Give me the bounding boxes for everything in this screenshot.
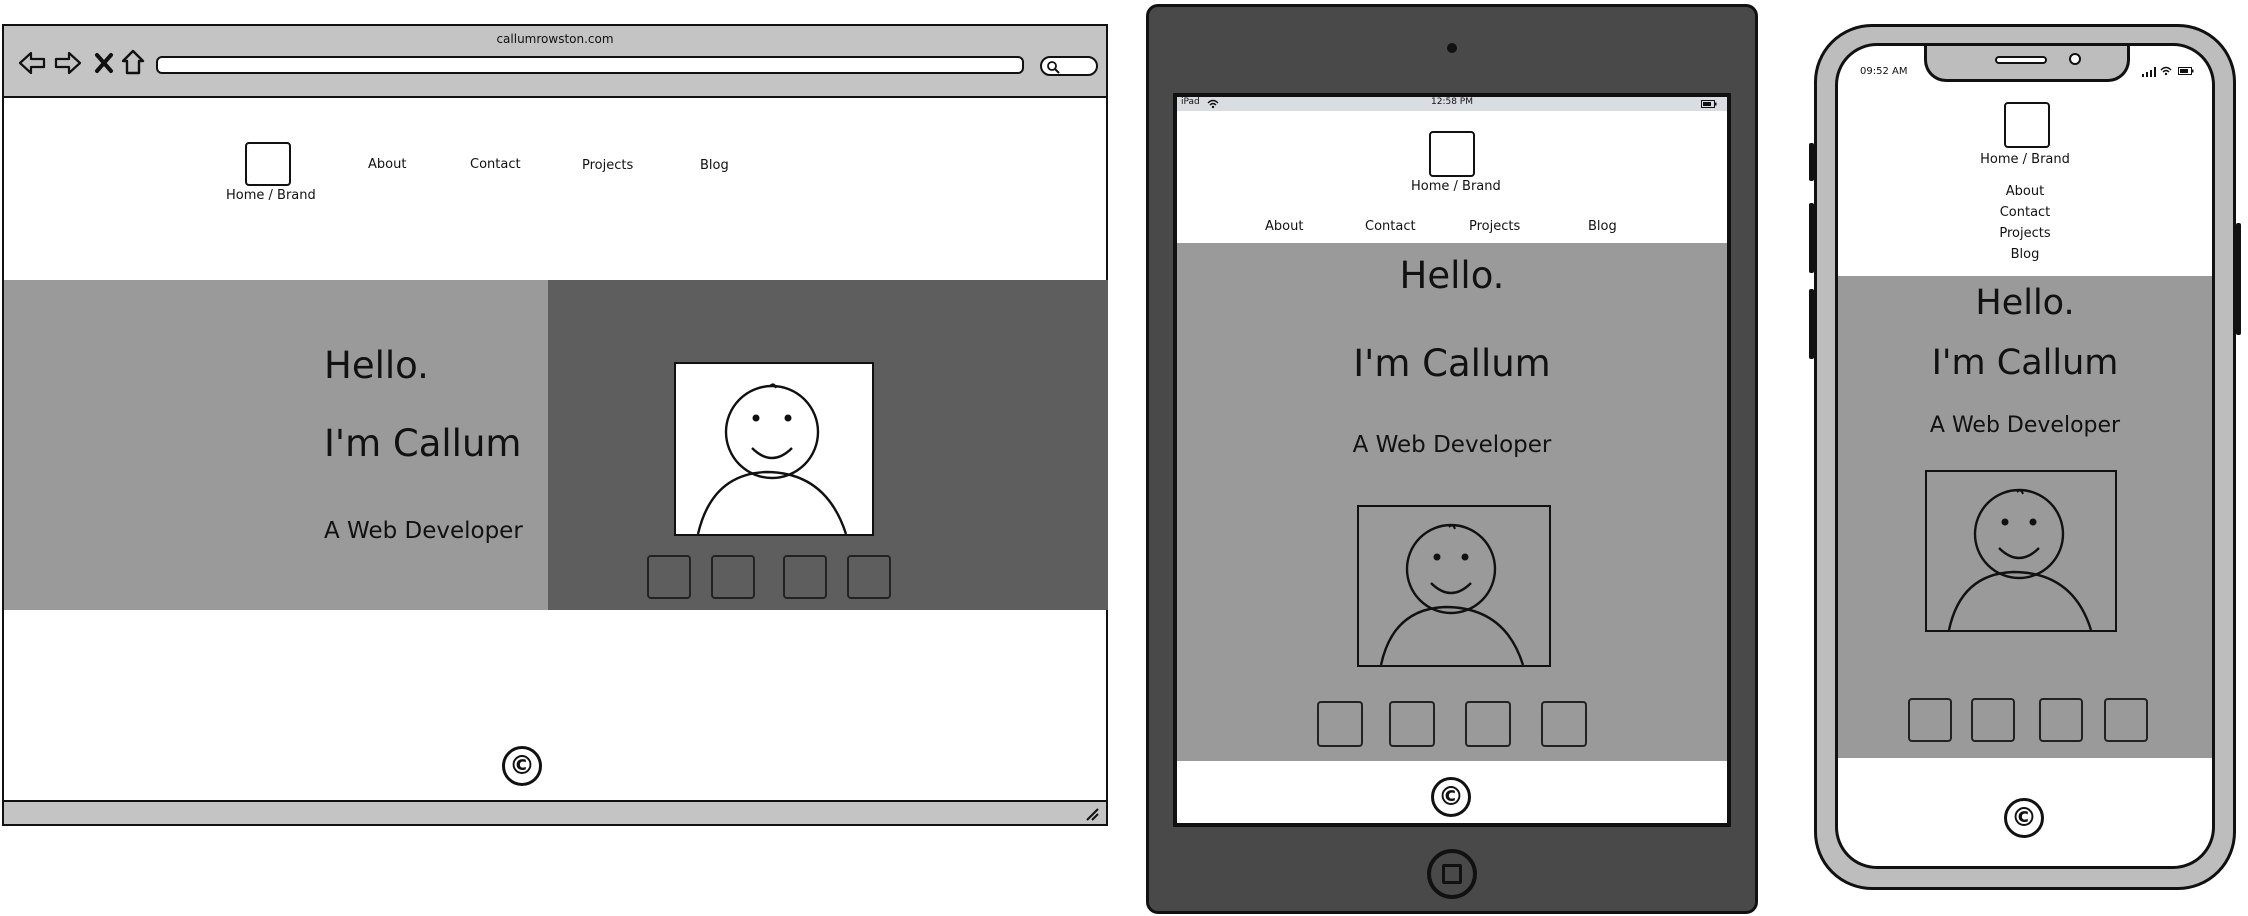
social-button-4[interactable] <box>847 555 891 599</box>
tablet-hero: Hello. I'm Callum A Web Developer <box>1177 243 1727 761</box>
battery-icon <box>1701 100 1717 108</box>
phone-nav-about[interactable]: About <box>1838 182 2212 200</box>
tablet-avatar-placeholder-icon <box>1357 505 1551 667</box>
search-pill[interactable] <box>1040 56 1098 76</box>
phone-brand-label[interactable]: Home / Brand <box>1838 150 2212 168</box>
tablet-hero-name: I'm Callum <box>1353 341 1551 385</box>
tablet-time: 12:58 PM <box>1431 97 1473 107</box>
hero-name: I'm Callum <box>324 422 522 465</box>
phone-side-button-left[interactable] <box>1809 143 1814 181</box>
phone-device: 09:52 AM Home / Brand About Contact Proj… <box>1809 24 2241 890</box>
close-icon[interactable] <box>94 52 114 74</box>
phone-volume-up[interactable] <box>1809 203 1814 273</box>
tablet-nav-blog[interactable]: Blog <box>1588 219 1617 234</box>
resize-grip-icon[interactable] <box>1084 806 1100 822</box>
tablet-status-bar: iPad 12:58 PM <box>1177 97 1727 111</box>
back-arrow-icon[interactable] <box>18 50 46 76</box>
phone-copyright-icon: © <box>2004 798 2044 838</box>
phone-hero-role: A Web Developer <box>1929 412 2121 438</box>
phone-front-camera <box>2069 53 2081 65</box>
hero-text-panel: Hello. I'm Callum A Web Developer <box>4 280 548 610</box>
tablet-home-button[interactable] <box>1427 849 1477 899</box>
tablet-hero-role: A Web Developer <box>1352 432 1552 458</box>
avatar-placeholder-icon <box>674 362 874 536</box>
phone-screen: 09:52 AM Home / Brand About Contact Proj… <box>1835 43 2215 869</box>
tablet-copyright-icon: © <box>1431 777 1471 817</box>
tablet-social-button-1[interactable] <box>1317 701 1363 747</box>
tablet-social-button-4[interactable] <box>1541 701 1587 747</box>
phone-social-button-2[interactable] <box>1971 698 2015 742</box>
tablet-screen: iPad 12:58 PM Home / Brand About Contact… <box>1173 93 1731 827</box>
brand-label[interactable]: Home / Brand <box>226 188 316 203</box>
phone-social-button-1[interactable] <box>1908 698 1952 742</box>
phone-social-button-4[interactable] <box>2104 698 2148 742</box>
copyright-icon: © <box>502 746 542 786</box>
phone-avatar-placeholder-icon <box>1925 470 2117 632</box>
phone-brand-logo-box[interactable] <box>2004 102 2050 148</box>
phone-wifi-icon <box>2160 66 2172 76</box>
copyright-symbol: © <box>509 751 535 781</box>
tablet-device-label: iPad <box>1181 97 1200 107</box>
social-button-3[interactable] <box>783 555 827 599</box>
phone-hero-name: I'm Callum <box>1931 343 2119 383</box>
forward-arrow-icon[interactable] <box>54 50 82 76</box>
phone-nav-blog[interactable]: Blog <box>1838 245 2212 263</box>
phone-time: 09:52 AM <box>1860 66 1908 77</box>
phone-social-button-3[interactable] <box>2039 698 2083 742</box>
phone-nav-projects[interactable]: Projects <box>1838 224 2212 242</box>
home-icon[interactable] <box>120 48 146 76</box>
signal-icon <box>2142 67 2156 77</box>
tablet-nav-projects[interactable]: Projects <box>1469 219 1520 234</box>
tablet-copyright-symbol: © <box>1438 782 1464 812</box>
hero-role: A Web Developer <box>324 518 523 544</box>
nav-contact[interactable]: Contact <box>470 157 521 172</box>
tablet-social-button-3[interactable] <box>1465 701 1511 747</box>
tablet-device: iPad 12:58 PM Home / Brand About Contact… <box>1146 4 1758 914</box>
phone-power-button[interactable] <box>2236 223 2241 335</box>
phone-battery-icon <box>2178 67 2194 75</box>
hero-image-panel <box>548 280 1108 610</box>
browser-window: callumrowston.com Home / Brand About Con… <box>2 24 1108 826</box>
phone-hero-greeting: Hello. <box>1975 283 2075 323</box>
wifi-icon <box>1207 99 1219 109</box>
social-button-2[interactable] <box>711 555 755 599</box>
tablet-social-button-2[interactable] <box>1389 701 1435 747</box>
nav-about[interactable]: About <box>368 157 406 172</box>
address-bar[interactable] <box>156 56 1024 74</box>
phone-volume-down[interactable] <box>1809 289 1814 359</box>
browser-status-bar <box>4 800 1106 824</box>
phone-hero: Hello. I'm Callum A Web Developer <box>1838 276 2212 758</box>
browser-url-title: callumrowston.com <box>4 30 1106 48</box>
tablet-brand-logo-box[interactable] <box>1429 131 1475 177</box>
url-title-text: callumrowston.com <box>496 32 614 46</box>
tablet-nav-contact[interactable]: Contact <box>1365 219 1416 234</box>
phone-copyright-symbol: © <box>2011 803 2037 833</box>
tablet-camera <box>1447 43 1457 53</box>
nav-blog[interactable]: Blog <box>700 158 729 173</box>
tablet-brand-label[interactable]: Home / Brand <box>1411 179 1501 194</box>
brand-logo-box[interactable] <box>245 142 291 186</box>
phone-nav-contact[interactable]: Contact <box>1838 203 2212 221</box>
search-icon <box>1046 60 1060 74</box>
tablet-nav-about[interactable]: About <box>1265 219 1303 234</box>
tablet-home-button-square <box>1442 864 1462 884</box>
browser-toolbar: callumrowston.com <box>4 26 1106 98</box>
phone-speaker <box>1995 56 2047 64</box>
nav-projects[interactable]: Projects <box>582 158 633 173</box>
phone-notch <box>1924 46 2130 82</box>
hero-greeting: Hello. <box>324 344 429 387</box>
social-button-1[interactable] <box>647 555 691 599</box>
tablet-hero-greeting: Hello. <box>1399 253 1505 297</box>
